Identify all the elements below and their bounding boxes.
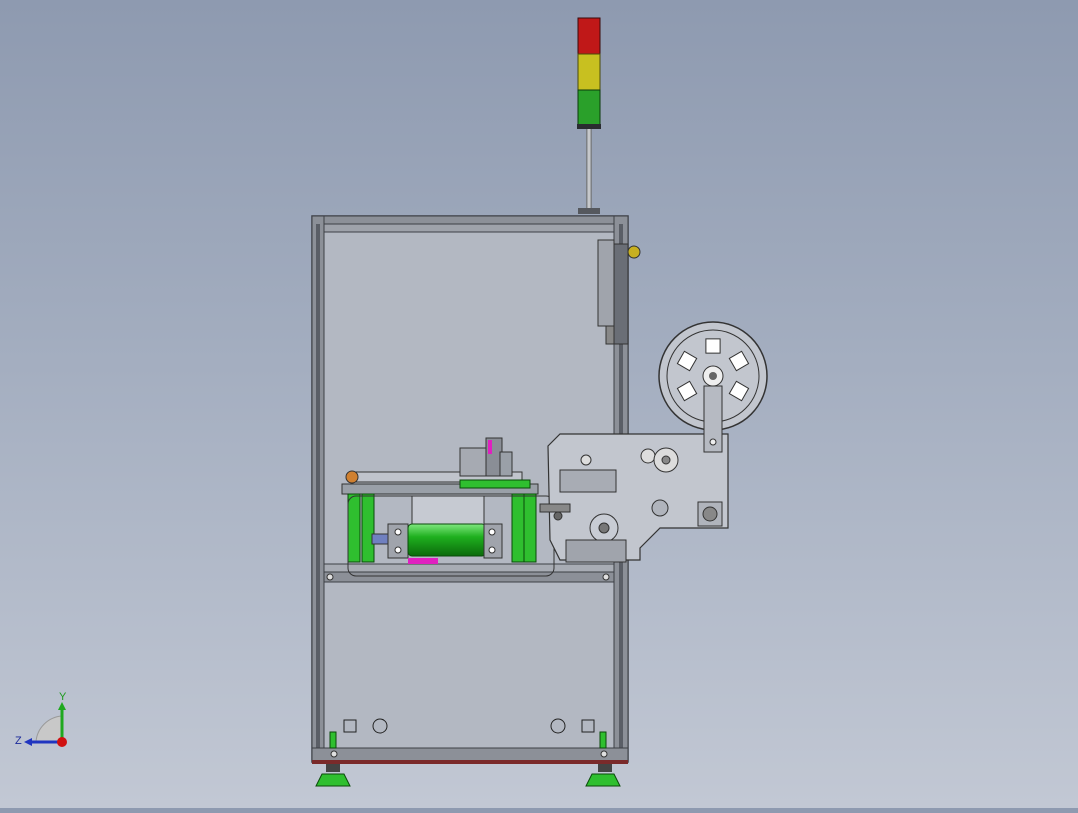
motor-shaft — [702, 506, 718, 522]
foot-right — [585, 773, 621, 787]
y-axis-arrowhead — [58, 702, 66, 710]
green-support-3 — [511, 493, 525, 563]
coordinate-triad: Y Z — [15, 691, 67, 747]
peel-plate — [539, 503, 571, 513]
control-box-front — [597, 239, 615, 327]
end-cap-left-bolt-top — [394, 528, 402, 536]
label-reel — [658, 321, 768, 453]
stack-light-red — [577, 17, 601, 55]
axis-y-label: Y — [59, 691, 67, 703]
frame-top-rail — [311, 215, 629, 225]
green-slide-pad — [459, 479, 531, 489]
axis-z-label: Z — [15, 735, 22, 747]
cad-viewport[interactable]: Y Z — [0, 0, 1078, 808]
labeler-base-block — [565, 539, 627, 563]
end-cap-right-bolt-bottom — [488, 546, 496, 554]
green-cylinder — [407, 523, 487, 557]
reel-hub-center — [709, 372, 717, 380]
frame-bottom-edge — [312, 760, 628, 764]
cylinder-fitting — [371, 533, 389, 545]
leveling-feet — [315, 764, 621, 787]
green-support-2 — [361, 493, 375, 563]
foot-left — [315, 773, 351, 787]
cylinder-mount — [411, 495, 485, 527]
foot-left-stem — [326, 764, 340, 772]
foot-right-stem — [598, 764, 612, 772]
bottom-rail-bolt-right — [600, 750, 608, 758]
orange-roller — [345, 470, 359, 484]
end-cap-left-bolt-bottom — [394, 546, 402, 554]
stack-light-yellow — [577, 53, 601, 91]
stack-light — [577, 17, 601, 214]
rewind-roller-hub — [598, 522, 610, 534]
triad-arc — [35, 715, 63, 743]
cad-model-drawing[interactable]: Y Z — [0, 0, 1078, 808]
drive-roller-hub — [661, 455, 671, 465]
green-post-left — [329, 731, 337, 749]
end-cap-right-bolt-top — [488, 528, 496, 536]
slide-end-block — [499, 451, 513, 477]
magenta-part — [408, 558, 438, 564]
mid-rail-bolt-right — [602, 573, 610, 581]
frame-mid-plate — [323, 563, 615, 573]
labeler-small-roller — [580, 454, 592, 466]
frame-bottom-rail — [311, 747, 629, 763]
bottom-rail-bolt-left — [330, 750, 338, 758]
green-post-right — [599, 731, 607, 749]
control-box-side — [613, 243, 629, 345]
magenta-sensor-top — [488, 440, 492, 454]
stack-light-green — [577, 89, 601, 127]
peel-plate-pin — [553, 511, 563, 521]
emergency-button[interactable] — [627, 245, 641, 259]
stack-light-mount — [578, 208, 600, 214]
labeler-pinch-roller — [651, 499, 669, 517]
labeler-guide-block — [559, 469, 617, 493]
stack-light-base — [577, 124, 601, 129]
frame-mid-rail — [323, 571, 615, 583]
reel-arm-bolt — [709, 438, 717, 446]
x-axis-dot — [57, 737, 67, 747]
stack-light-pole — [586, 129, 592, 209]
frame-top-rail-inner — [321, 223, 619, 233]
labeler-module — [539, 433, 729, 563]
labeler-idler-roller — [640, 448, 656, 464]
control-box-bracket — [605, 325, 615, 345]
green-support-4 — [523, 493, 537, 563]
reel-hole — [705, 338, 721, 354]
z-axis-arrowhead — [24, 738, 32, 746]
green-support-1 — [347, 493, 361, 563]
frame-left-slot — [316, 224, 320, 754]
mid-rail-bolt-left — [326, 573, 334, 581]
